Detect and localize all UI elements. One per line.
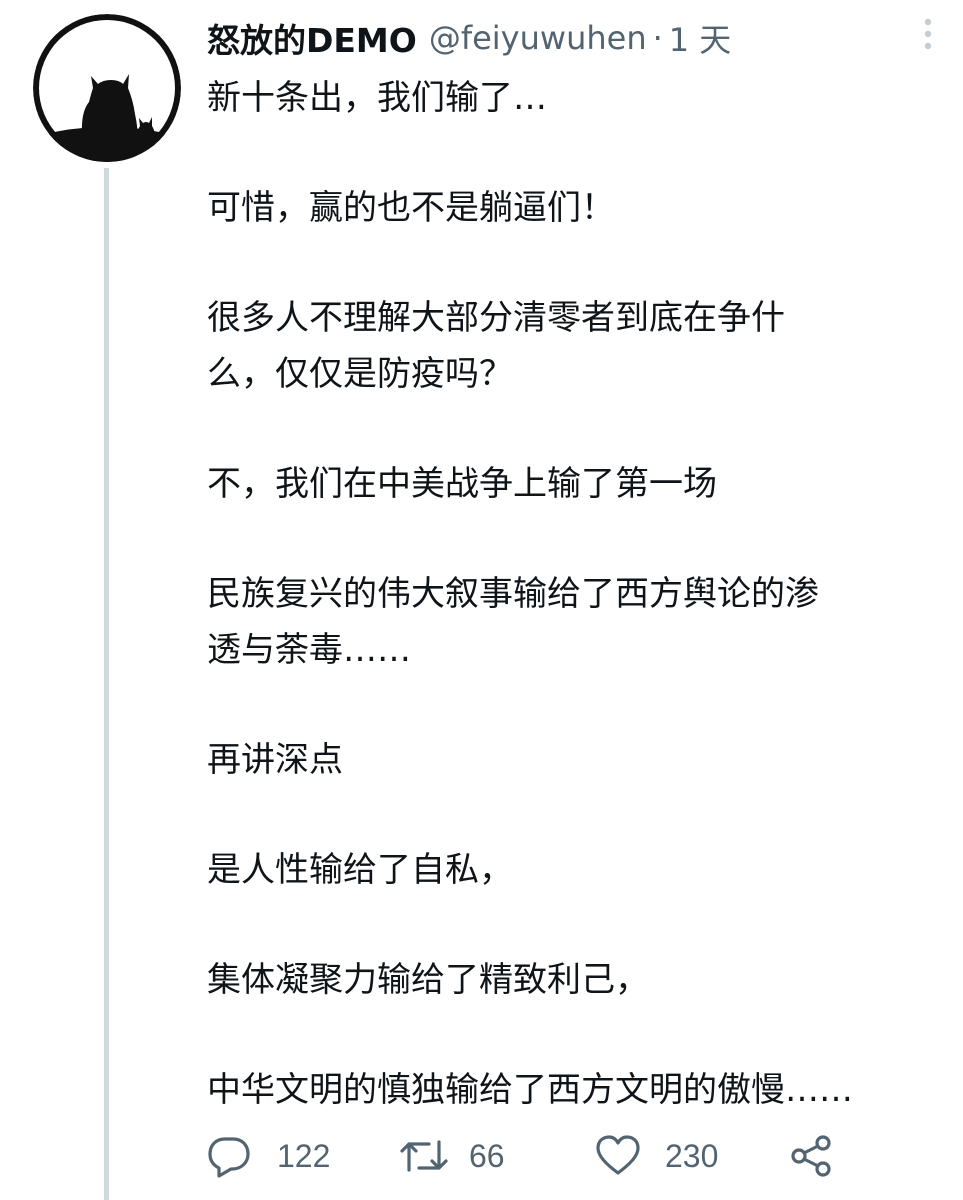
avatar[interactable] (33, 14, 181, 162)
tweet-paragraph: 可惜，赢的也不是躺逼们！ (207, 188, 615, 228)
tweet-paragraph: 中华文明的慎独输给了西方文明的傲慢…… (207, 1070, 853, 1110)
reply-button[interactable]: 122 (207, 1128, 330, 1184)
share-icon (791, 1135, 831, 1177)
tweet[interactable]: 怒放的DEMO @feiyuwuhen · 1 天 新十条出，我们输了… 可惜，… (0, 0, 963, 1200)
reply-count: 122 (277, 1137, 331, 1174)
separator-dot: · (652, 19, 663, 57)
like-count: 230 (665, 1137, 719, 1174)
tweet-paragraph: 新十条出，我们输了… (207, 78, 547, 118)
tweet-paragraph: 集体凝聚力输给了精致利己， (207, 960, 649, 1000)
retweet-icon (400, 1140, 448, 1172)
tweet-paragraph: 不，我们在中美战争上输了第一场 (207, 464, 717, 504)
timestamp[interactable]: 1 天 (669, 15, 732, 61)
like-button[interactable]: 230 (595, 1128, 718, 1184)
more-options-button[interactable] (910, 14, 946, 58)
display-name[interactable]: 怒放的DEMO (207, 14, 417, 62)
tweet-paragraph: 是人性输给了自私， (207, 850, 513, 890)
tweet-paragraph: 再讲深点 (207, 740, 343, 780)
heart-icon (596, 1135, 640, 1175)
retweet-count: 66 (469, 1137, 505, 1174)
user-handle[interactable]: @feiyuwuhen (429, 19, 647, 57)
more-vertical-icon (924, 18, 932, 50)
retweet-button[interactable]: 66 (399, 1128, 505, 1184)
tweet-text: 新十条出，我们输了… 可惜，赢的也不是躺逼们！ 很多人不理解大部分清零者到底在争… (207, 70, 937, 1172)
tweet-paragraph: 民族复兴的伟大叙事输给了西方舆论的渗 透与荼毒…… (207, 574, 819, 670)
tweet-paragraph: 很多人不理解大部分清零者到底在争什 么，仅仅是防疫吗？ (207, 298, 785, 394)
share-button[interactable] (789, 1128, 833, 1184)
tweet-actions: 122 66 230 (207, 1128, 947, 1184)
thread-line (104, 168, 109, 1200)
reply-icon (208, 1137, 250, 1178)
totoro-silhouette-avatar-icon (33, 14, 181, 162)
tweet-header: 怒放的DEMO @feiyuwuhen · 1 天 (207, 10, 731, 66)
